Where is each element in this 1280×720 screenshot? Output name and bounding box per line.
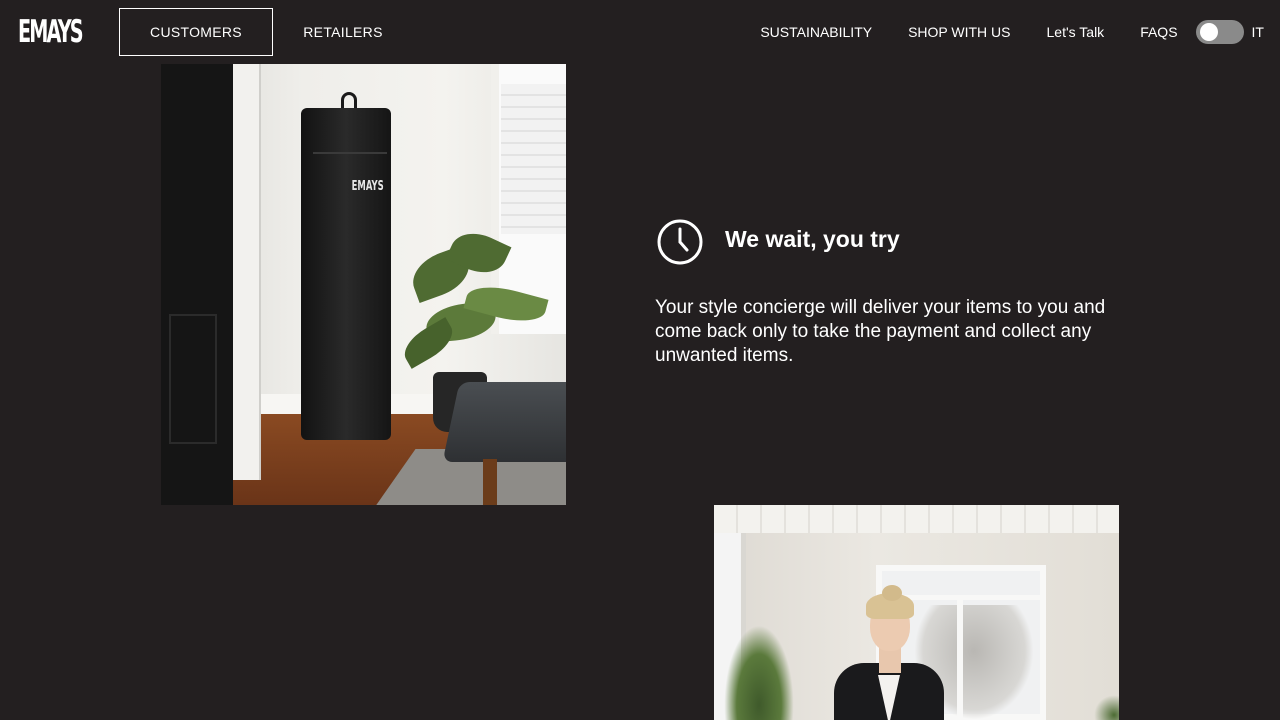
nav-link-sustainability[interactable]: SUSTAINABILITY: [760, 24, 872, 40]
garment-bag: [301, 108, 391, 440]
tab-retailers[interactable]: RETAILERS: [273, 8, 413, 56]
main-nav: SUSTAINABILITY SHOP WITH US Let's Talk F…: [760, 0, 1264, 64]
nav-link-lets-talk[interactable]: Let's Talk: [1047, 24, 1105, 40]
clock-icon: [657, 219, 703, 265]
language-toggle[interactable]: [1195, 20, 1244, 44]
woman-in-room-photo: [714, 505, 1119, 720]
feature-description: Your style concierge will deliver your i…: [655, 297, 1106, 366]
emays-logo[interactable]: EMAYS: [18, 14, 84, 50]
bag-logo: EMAYS: [351, 179, 384, 194]
audience-tabs: CUSTOMERS RETAILERS: [119, 8, 413, 56]
tab-customers[interactable]: CUSTOMERS: [119, 8, 273, 56]
toggle-knob: [1199, 23, 1218, 41]
feature-title: We wait, you try: [725, 226, 900, 252]
site-header: EMAYS CUSTOMERS RETAILERS SUSTAINABILITY…: [0, 0, 1280, 64]
nav-link-faqs[interactable]: FAQS: [1140, 24, 1177, 40]
garment-bag-photo: EMAYS: [161, 64, 566, 505]
nav-link-shop-with-us[interactable]: SHOP WITH US: [908, 24, 1010, 40]
language-label: IT: [1251, 24, 1264, 40]
